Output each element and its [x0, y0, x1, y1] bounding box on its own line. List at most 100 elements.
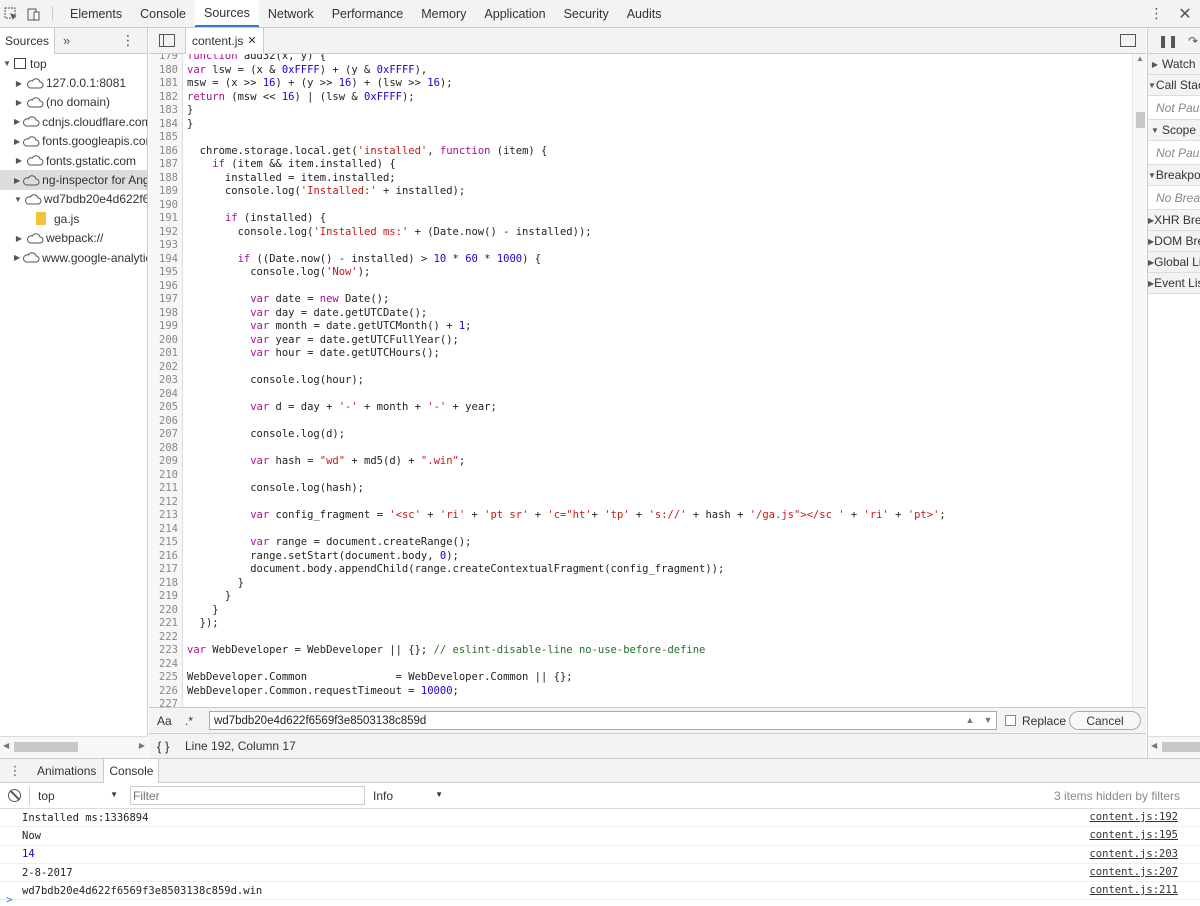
console-prompt[interactable]: >: [6, 893, 13, 906]
code-line[interactable]: [187, 469, 1132, 483]
code-line[interactable]: var hour = date.getUTCHours();: [187, 347, 1132, 361]
search-previous-icon[interactable]: ▲: [961, 711, 979, 730]
tab-application[interactable]: Application: [475, 0, 554, 27]
code-line[interactable]: console.log(d);: [187, 428, 1132, 442]
line-number[interactable]: 189: [149, 185, 182, 199]
log-level-selector[interactable]: Info ▼: [373, 789, 443, 803]
line-number[interactable]: 221: [149, 617, 182, 631]
code-line[interactable]: [187, 239, 1132, 253]
code-line[interactable]: [187, 496, 1132, 510]
close-drawer-icon[interactable]: ⋮: [0, 763, 30, 779]
tree-item[interactable]: ▶ fonts.gstatic.com: [0, 151, 147, 170]
line-number[interactable]: 200: [149, 334, 182, 348]
tab-performance[interactable]: Performance: [323, 0, 413, 27]
line-number[interactable]: 206: [149, 415, 182, 429]
code-line[interactable]: }: [187, 118, 1132, 132]
code-line[interactable]: console.log('Installed:' + installed);: [187, 185, 1132, 199]
line-number[interactable]: 209: [149, 455, 182, 469]
pane-header-scope[interactable]: ▼ Scope: [1148, 120, 1200, 141]
line-number[interactable]: 207: [149, 428, 182, 442]
line-number[interactable]: 182: [149, 91, 182, 105]
line-number[interactable]: 224: [149, 658, 182, 672]
line-number[interactable]: 186: [149, 145, 182, 159]
pretty-print-icon[interactable]: { }: [157, 739, 179, 754]
line-number[interactable]: 203: [149, 374, 182, 388]
line-number[interactable]: 198: [149, 307, 182, 321]
line-number[interactable]: 220: [149, 604, 182, 618]
code-line[interactable]: msw = (x >> 16) + (y >> 16) + (lsw >> 16…: [187, 77, 1132, 91]
code-line[interactable]: var range = document.createRange();: [187, 536, 1132, 550]
code-line[interactable]: if ((Date.now() - installed) > 10 * 60 *…: [187, 253, 1132, 267]
tab-elements[interactable]: Elements: [61, 0, 131, 27]
line-number[interactable]: 179: [149, 54, 182, 64]
code-line[interactable]: [187, 658, 1132, 672]
pane-header-watch[interactable]: ▶ Watch: [1148, 54, 1200, 75]
line-number[interactable]: 214: [149, 523, 182, 537]
line-number[interactable]: 202: [149, 361, 182, 375]
line-number[interactable]: 183: [149, 104, 182, 118]
editor-vertical-scrollbar[interactable]: ▲ ▼: [1132, 54, 1146, 733]
triangle-right-icon[interactable]: ▶: [14, 79, 24, 88]
line-number[interactable]: 213: [149, 509, 182, 523]
cancel-button[interactable]: Cancel: [1069, 711, 1141, 730]
context-selector[interactable]: top ▼: [38, 789, 118, 803]
code-line[interactable]: });: [187, 617, 1132, 631]
tab-console[interactable]: Console: [131, 0, 195, 27]
navigator-menu-icon[interactable]: ⋮: [121, 32, 135, 49]
pane-header-call-stack[interactable]: ▼Call Stack: [1148, 75, 1200, 96]
code-line[interactable]: [187, 415, 1132, 429]
code-line[interactable]: }: [187, 104, 1132, 118]
device-mode-icon[interactable]: [22, 0, 44, 28]
pane-header-dom-breakpoints[interactable]: ▶DOM Breakpoints: [1148, 231, 1200, 252]
line-number[interactable]: 225: [149, 671, 182, 685]
line-number[interactable]: 222: [149, 631, 182, 645]
inspect-element-icon[interactable]: [0, 0, 22, 28]
tree-item[interactable]: ▶ cdnjs.cloudflare.com: [0, 112, 147, 131]
tab-memory[interactable]: Memory: [412, 0, 475, 27]
line-number[interactable]: 204: [149, 388, 182, 402]
tree-item[interactable]: ▶ 127.0.0.1:8081: [0, 73, 147, 92]
line-number[interactable]: 219: [149, 590, 182, 604]
line-number-gutter[interactable]: 179 180 181 182 183 184 185 186 187 188 189 190 191 1…: [149, 54, 183, 733]
code-line[interactable]: [187, 523, 1132, 537]
code-line[interactable]: if (installed) {: [187, 212, 1132, 226]
code-line[interactable]: [187, 442, 1132, 456]
line-number[interactable]: 223: [149, 644, 182, 658]
search-next-icon[interactable]: ▼: [979, 711, 997, 730]
line-number[interactable]: 180: [149, 64, 182, 78]
toggle-debugger-icon[interactable]: [1120, 34, 1136, 47]
line-number[interactable]: 226: [149, 685, 182, 699]
regex-button[interactable]: .*: [185, 714, 201, 728]
line-number[interactable]: 216: [149, 550, 182, 564]
line-number[interactable]: 208: [149, 442, 182, 456]
line-number[interactable]: 197: [149, 293, 182, 307]
code-line[interactable]: document.body.appendChild(range.createCo…: [187, 563, 1132, 577]
pane-header-xhr-breakpoints[interactable]: ▶XHR Breakpoints: [1148, 210, 1200, 231]
line-number[interactable]: 211: [149, 482, 182, 496]
line-number[interactable]: 195: [149, 266, 182, 280]
tree-item[interactable]: ▶ng-inspector for AngularJS: [0, 170, 147, 190]
code-line[interactable]: var month = date.getUTCMonth() + 1;: [187, 320, 1132, 334]
drawer-tab-console[interactable]: Console: [103, 758, 160, 783]
scroll-up-icon[interactable]: ▲: [1136, 54, 1144, 63]
line-number[interactable]: 196: [149, 280, 182, 294]
line-number[interactable]: 215: [149, 536, 182, 550]
triangle-down-icon[interactable]: ▼: [14, 195, 22, 204]
code-line[interactable]: var d = day + '-' + month + '-' + year;: [187, 401, 1132, 415]
sidebar-horizontal-scrollbar[interactable]: ◀: [1148, 736, 1200, 758]
navigator-horizontal-scrollbar[interactable]: ◀ ▶: [0, 736, 148, 758]
tree-item[interactable]: ▼ wd7bdb20e4d622f6569f3e8503138c859d.win: [0, 190, 147, 209]
code-line[interactable]: if (item && item.installed) {: [187, 158, 1132, 172]
line-number[interactable]: 212: [149, 496, 182, 510]
line-number[interactable]: 184: [149, 118, 182, 132]
code-line[interactable]: [187, 131, 1132, 145]
code-line[interactable]: var hash = "wd" + md5(d) + ".win";: [187, 455, 1132, 469]
line-number[interactable]: 218: [149, 577, 182, 591]
tree-item[interactable]: ▶ (no domain): [0, 93, 147, 112]
code-area[interactable]: 179 180 181 182 183 184 185 186 187 188 189 190 191 1…: [149, 54, 1146, 733]
message-source-link[interactable]: content.js:195: [1089, 829, 1178, 841]
drawer-tab-animations[interactable]: Animations: [32, 759, 101, 783]
code-line[interactable]: var WebDeveloper = WebDeveloper || {}; /…: [187, 644, 1132, 658]
filter-input[interactable]: [130, 786, 365, 805]
message-source-link[interactable]: content.js:211: [1089, 884, 1178, 896]
